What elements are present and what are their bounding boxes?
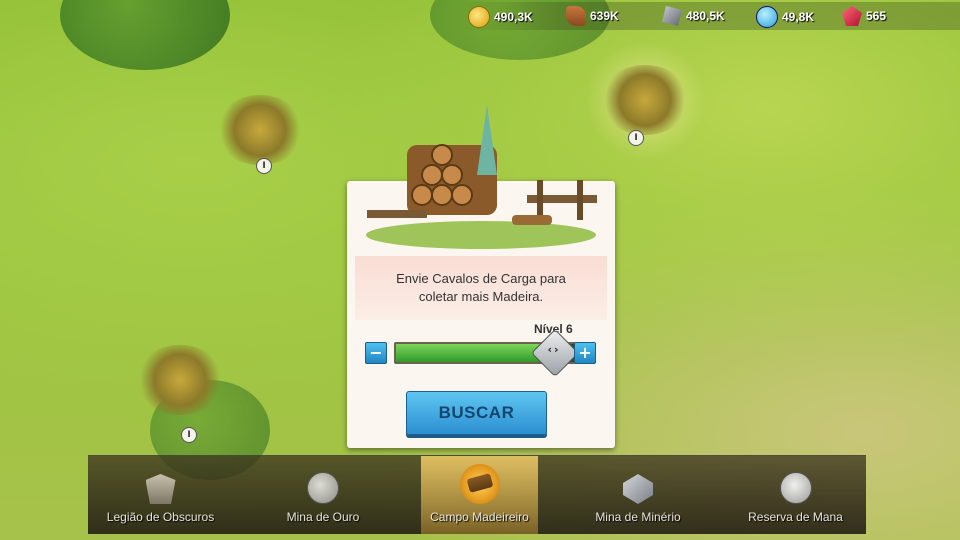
slider-arrows-icon: ‹›	[547, 343, 561, 356]
lumber-camp-icon	[459, 464, 500, 504]
tab-mina-de-ouro[interactable]: Mina de Ouro	[258, 456, 388, 534]
tab-legiao-de-obscuros[interactable]: Legião de Obscuros	[88, 456, 233, 534]
dialog-message: Envie Cavalos de Carga para coletar mais…	[396, 271, 566, 304]
tab-label: Mina de Ouro	[286, 510, 360, 524]
resource-gems[interactable]: 565	[842, 6, 886, 26]
legion-icon	[145, 474, 176, 504]
tab-mina-de-minerio[interactable]: Mina de Minério	[573, 456, 703, 534]
tab-label: Legião de Obscuros	[106, 510, 215, 524]
resource-site[interactable]	[215, 95, 305, 165]
gold-mine-icon	[307, 472, 339, 504]
tab-reserva-de-mana[interactable]: Reserva de Mana	[728, 456, 863, 534]
resource-mana[interactable]: 49,8K	[756, 6, 814, 28]
tree-decoration	[60, 0, 230, 70]
search-button[interactable]: BUSCAR	[406, 391, 547, 435]
lumber-camp-illustration	[366, 105, 597, 249]
tab-label: Mina de Minério	[595, 510, 681, 524]
tab-label: Reserva de Mana	[748, 510, 843, 524]
mana-icon	[756, 6, 778, 28]
resource-wood[interactable]: 639K	[566, 6, 619, 26]
tab-campo-madeireiro[interactable]: Campo Madeireiro	[421, 456, 538, 534]
resource-ore[interactable]: 480,5K	[662, 6, 725, 26]
gem-icon	[842, 6, 862, 26]
ore-icon	[662, 6, 682, 26]
dialog-message-box: Envie Cavalos de Carga para coletar mais…	[355, 256, 607, 320]
resource-gold[interactable]: 490,3K	[468, 6, 533, 28]
gold-coin-icon	[468, 6, 490, 28]
site-marker[interactable]: I	[181, 427, 197, 443]
ore-mine-icon	[623, 474, 653, 504]
site-marker[interactable]: I	[256, 158, 272, 174]
mana-reserve-icon	[779, 472, 812, 504]
resource-wood-value: 639K	[590, 9, 619, 23]
resource-gold-value: 490,3K	[494, 10, 533, 24]
bottom-nav: Legião de Obscuros Mina de Ouro Campo Ma…	[88, 455, 866, 534]
resource-mana-value: 49,8K	[782, 10, 815, 24]
resource-ore-value: 480,5K	[686, 9, 725, 23]
resource-site[interactable]	[135, 345, 225, 415]
site-marker[interactable]: I	[628, 130, 644, 146]
decrease-level-button[interactable]: −	[365, 342, 387, 364]
wood-icon	[566, 6, 586, 26]
increase-level-button[interactable]: +	[574, 342, 596, 364]
tab-label: Campo Madeireiro	[430, 510, 529, 524]
resource-gems-value: 565	[866, 9, 887, 23]
